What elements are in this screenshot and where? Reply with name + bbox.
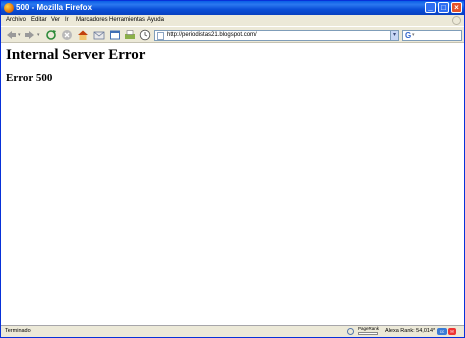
menu-marcadores[interactable]: Marcadores (76, 15, 108, 26)
menu-archivo[interactable]: Archivo (6, 15, 26, 26)
minimize-button[interactable]: _ (425, 2, 436, 13)
extension-mail-icon[interactable]: ✉ (448, 328, 456, 335)
forward-dropdown-icon[interactable]: ▾ (37, 32, 40, 38)
page-subheading: Error 500 (6, 72, 53, 84)
back-arrow-icon[interactable] (5, 29, 17, 41)
page-content: Internal Server Error Error 500 (1, 43, 464, 325)
search-engine-dropdown-icon[interactable]: ▾ (412, 31, 415, 40)
address-bar-url: http://periodistas21.blogspot.com/ (167, 32, 257, 38)
history-clock-icon[interactable] (139, 29, 151, 41)
pagerank-label: PageRank (358, 326, 380, 331)
firefox-icon (4, 3, 14, 13)
url-dropdown-icon[interactable]: ▾ (390, 30, 399, 41)
status-bar: Terminado PageRank Alexa Rank: 54,014* c… (1, 325, 464, 337)
maximize-button[interactable]: □ (438, 2, 449, 13)
print-icon[interactable] (124, 29, 136, 41)
navigation-toolbar: ▾ ▾ http://periodistas21.blogspot.com/ ▾… (1, 26, 464, 43)
window-title: 500 - Mozilla Firefox (16, 3, 93, 12)
forward-arrow-icon[interactable] (24, 29, 36, 41)
menu-bar: Archivo Editar Ver Ir Marcadores Herrami… (1, 15, 464, 26)
page-heading: Internal Server Error (6, 47, 146, 63)
browser-window: 500 - Mozilla Firefox _ □ × Archivo Edit… (0, 0, 465, 338)
alexa-rank: Alexa Rank: 54,014* (385, 328, 436, 334)
home-icon[interactable] (77, 29, 89, 41)
reload-icon[interactable] (45, 29, 57, 41)
search-box[interactable]: G ▾ (402, 30, 462, 41)
menu-ir[interactable]: Ir (65, 15, 69, 26)
menu-herramientas[interactable]: Herramientas (109, 15, 145, 26)
close-button[interactable]: × (451, 2, 462, 13)
pagerank-bar (358, 332, 378, 335)
menu-ver[interactable]: Ver (51, 15, 60, 26)
extension-cc-icon[interactable]: cc (437, 328, 447, 335)
status-text: Terminado (5, 328, 31, 334)
menu-ayuda[interactable]: Ayuda (147, 15, 164, 26)
title-bar: 500 - Mozilla Firefox _ □ × (1, 1, 464, 15)
back-dropdown-icon[interactable]: ▾ (18, 32, 21, 38)
new-window-icon[interactable] (109, 29, 121, 41)
page-favicon-icon (157, 32, 164, 40)
stop-icon[interactable] (61, 29, 73, 41)
throbber-icon (452, 16, 461, 25)
google-search-icon: G (405, 31, 412, 40)
pagerank-icon[interactable] (347, 328, 354, 335)
mail-icon[interactable] (93, 29, 105, 41)
address-bar[interactable]: http://periodistas21.blogspot.com/ (154, 30, 399, 41)
menu-editar[interactable]: Editar (31, 15, 47, 26)
